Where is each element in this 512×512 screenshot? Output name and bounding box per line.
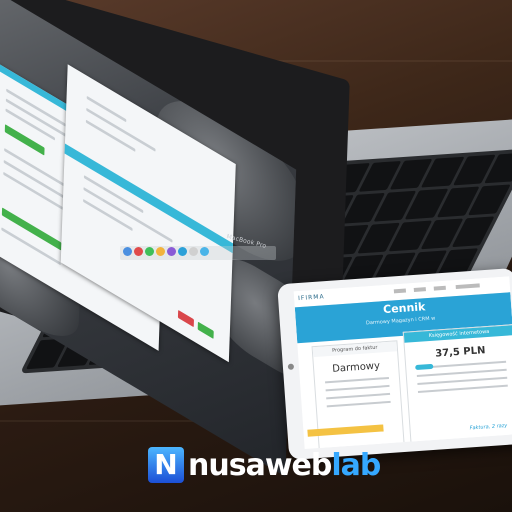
tablet-nav-item[interactable] <box>393 288 407 294</box>
tablet-screen: IFIRMA Cennik Darmowy Magazyn i CRM w Pr… <box>293 276 512 449</box>
tablet-plan-header: Program do faktur <box>312 341 398 358</box>
dock-app-icon[interactable] <box>134 247 143 256</box>
dock-app-icon[interactable] <box>178 247 187 256</box>
brand-name-accent: lab <box>331 447 381 483</box>
mac-dock <box>120 246 276 260</box>
dock-app-icon[interactable] <box>156 247 165 256</box>
dock-app-icon[interactable] <box>200 247 209 256</box>
dock-app-icon[interactable] <box>167 247 176 256</box>
tablet-hero-subtitle: Darmowy Magazyn i CRM w <box>365 315 436 327</box>
tablet-logo[interactable]: IFIRMA <box>298 293 325 302</box>
tablet-nav-item[interactable] <box>413 287 426 292</box>
app-cancel-button[interactable] <box>177 309 194 328</box>
tablet-plan-name: Darmowy <box>331 360 381 375</box>
tablet-home-button[interactable] <box>287 363 295 370</box>
brand-n-icon: N <box>148 447 184 483</box>
tablet-plan-price: 37,5 PLN <box>434 345 486 360</box>
tablet-device: IFIRMA Cennik Darmowy Magazyn i CRM w Pr… <box>277 267 512 461</box>
app-save-button[interactable] <box>197 321 214 339</box>
dock-app-icon[interactable] <box>123 247 132 256</box>
tablet-hero-title: Cennik <box>382 300 426 317</box>
brand-name-main: nusaweb <box>188 447 332 483</box>
dock-app-icon[interactable] <box>145 247 154 256</box>
brand-wordmark: nusaweblab <box>188 447 381 483</box>
brand-icon-letter: N <box>154 448 178 481</box>
tablet-nav-item[interactable] <box>433 285 446 291</box>
dock-app-icon[interactable] <box>189 247 198 256</box>
brand-logo: N nusaweblab <box>148 446 381 484</box>
tablet-nav-item[interactable] <box>455 283 480 290</box>
